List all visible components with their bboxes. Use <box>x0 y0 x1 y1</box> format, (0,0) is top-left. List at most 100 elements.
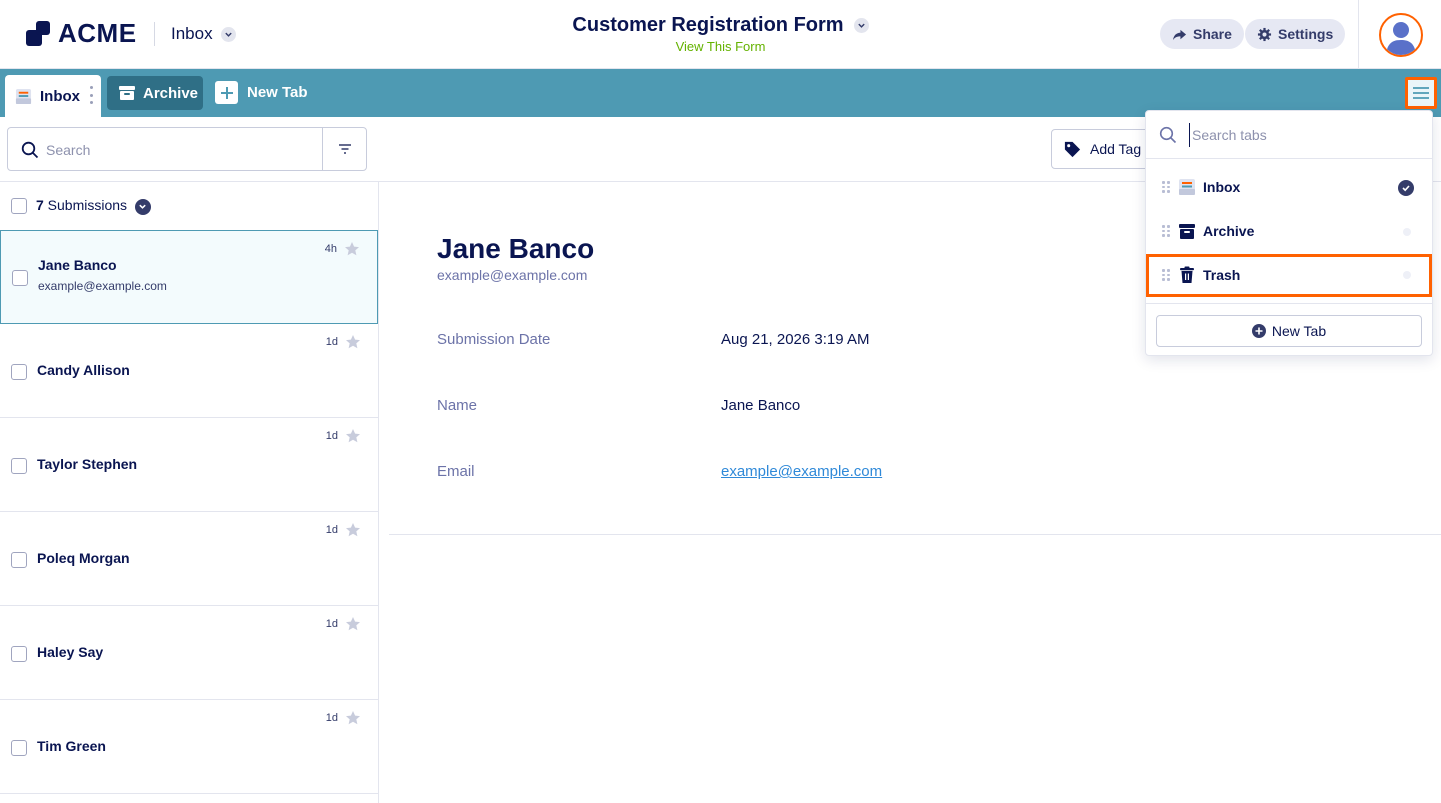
row-checkbox[interactable] <box>11 740 27 756</box>
share-button[interactable]: Share <box>1160 19 1244 49</box>
new-tab-button[interactable]: New Tab <box>215 81 308 104</box>
hamburger-icon <box>1413 87 1429 99</box>
unselected-dot-icon <box>1403 271 1411 279</box>
submission-row[interactable]: Candy Allison 1d <box>0 324 378 418</box>
submission-name: Poleq Morgan <box>37 550 130 566</box>
submission-row[interactable]: Poleq Morgan 1d <box>0 512 378 606</box>
row-checkbox[interactable] <box>11 646 27 662</box>
dropdown-new-tab-label: New Tab <box>1271 323 1327 339</box>
search-icon <box>1159 126 1177 144</box>
dropdown-new-tab-button[interactable]: New Tab <box>1156 315 1422 347</box>
share-icon <box>1172 29 1187 40</box>
star-icon[interactable] <box>345 428 361 444</box>
submission-row[interactable]: Jane Banco example@example.com 4h <box>0 230 378 324</box>
chevron-down-icon <box>134 198 151 215</box>
tab-archive[interactable]: Archive <box>107 76 203 110</box>
user-avatar[interactable] <box>1379 13 1423 57</box>
submission-list: 7 Submissions Jane Banco example@example… <box>0 182 379 803</box>
search-icon <box>21 141 39 159</box>
search-box <box>7 127 367 171</box>
field-label-email: Email <box>437 463 475 480</box>
submission-name: Candy Allison <box>37 362 130 378</box>
tab-menu-item-label: Inbox <box>1203 179 1241 195</box>
row-checkbox[interactable] <box>11 552 27 568</box>
submission-name: Taylor Stephen <box>37 456 138 472</box>
share-label: Share <box>1193 26 1232 42</box>
star-icon[interactable] <box>345 710 361 726</box>
submission-name: Jane Banco <box>38 257 117 273</box>
plus-circle-icon <box>1251 324 1266 338</box>
submission-time: 1d <box>325 430 338 442</box>
new-tab-label: New Tab <box>247 84 308 101</box>
app-header: ACME Inbox Customer Registration Form Vi… <box>0 0 1441 69</box>
tab-menu-item-archive[interactable]: Archive <box>1147 212 1431 252</box>
archive-icon <box>1179 224 1195 239</box>
inbox-icon <box>15 88 32 104</box>
field-value-email-link[interactable]: example@example.com <box>721 463 882 480</box>
submission-count[interactable]: 7 Submissions <box>36 197 151 215</box>
submission-count-label: Submissions <box>43 197 128 214</box>
tab-menu-item-label: Archive <box>1203 223 1255 239</box>
submission-time: 1d <box>325 712 338 724</box>
settings-label: Settings <box>1278 26 1334 42</box>
submission-row[interactable]: Taylor Stephen 1d <box>0 418 378 512</box>
inbox-icon <box>1179 179 1195 195</box>
tab-menu-dropdown: Inbox Archive Trash New Tab <box>1145 110 1433 356</box>
submission-time: 1d <box>325 336 338 348</box>
search-input[interactable] <box>46 138 316 162</box>
form-title-text: Customer Registration Form <box>572 14 844 36</box>
dropdown-divider <box>1146 303 1432 304</box>
drag-handle-icon[interactable] <box>1162 181 1170 193</box>
tab-inbox[interactable]: Inbox <box>5 75 101 117</box>
submission-row[interactable]: Tim Green 1d <box>0 700 378 794</box>
check-circle-icon <box>1398 180 1414 196</box>
tab-inbox-label: Inbox <box>40 87 80 105</box>
tag-icon <box>1064 141 1081 157</box>
detail-email: example@example.com <box>437 267 588 283</box>
submission-name: Haley Say <box>37 644 104 660</box>
tab-search <box>1146 111 1432 159</box>
add-tag-label: Add Tag <box>1090 141 1142 157</box>
star-icon[interactable] <box>345 616 361 632</box>
star-icon[interactable] <box>344 241 360 257</box>
submission-count-number: 7 <box>36 197 44 214</box>
plus-icon <box>215 81 238 104</box>
drag-handle-icon[interactable] <box>1162 225 1170 237</box>
form-title[interactable]: Customer Registration Form <box>572 14 869 37</box>
field-label-submission-date: Submission Date <box>437 331 551 348</box>
field-value-submission-date: Aug 21, 2026 3:19 AM <box>721 331 870 348</box>
tab-archive-label: Archive <box>143 84 199 102</box>
archive-icon <box>119 86 135 100</box>
submission-email: example@example.com <box>38 279 167 293</box>
tab-search-input[interactable] <box>1189 123 1409 147</box>
detail-name: Jane Banco <box>437 233 595 264</box>
tab-menu-button[interactable] <box>1405 77 1437 109</box>
star-icon[interactable] <box>345 522 361 538</box>
drag-handle-icon[interactable] <box>1162 269 1170 281</box>
submission-time: 4h <box>324 243 337 255</box>
tab-menu-item-trash[interactable]: Trash <box>1146 254 1432 297</box>
select-all-checkbox[interactable] <box>11 198 27 214</box>
row-checkbox[interactable] <box>11 458 27 474</box>
settings-button[interactable]: Settings <box>1245 19 1346 49</box>
tab-menu-item-inbox[interactable]: Inbox <box>1147 168 1431 208</box>
more-vertical-icon[interactable] <box>90 86 93 104</box>
chevron-down-icon <box>853 18 869 33</box>
tab-menu-item-label: Trash <box>1203 267 1241 283</box>
filter-button[interactable] <box>322 128 367 170</box>
filter-icon <box>339 144 351 154</box>
star-icon[interactable] <box>345 334 361 350</box>
submission-time: 1d <box>325 524 338 536</box>
header-separator <box>1358 0 1359 69</box>
field-value-name: Jane Banco <box>721 397 801 414</box>
submission-name: Tim Green <box>37 738 106 754</box>
field-label-name: Name <box>437 397 478 414</box>
list-header: 7 Submissions <box>0 182 378 230</box>
trash-icon <box>1180 266 1194 283</box>
row-checkbox[interactable] <box>12 270 28 286</box>
submission-time: 1d <box>325 618 338 630</box>
detail-divider <box>389 534 1441 535</box>
gear-icon <box>1257 27 1272 41</box>
submission-row[interactable]: Haley Say 1d <box>0 606 378 700</box>
row-checkbox[interactable] <box>11 364 27 380</box>
